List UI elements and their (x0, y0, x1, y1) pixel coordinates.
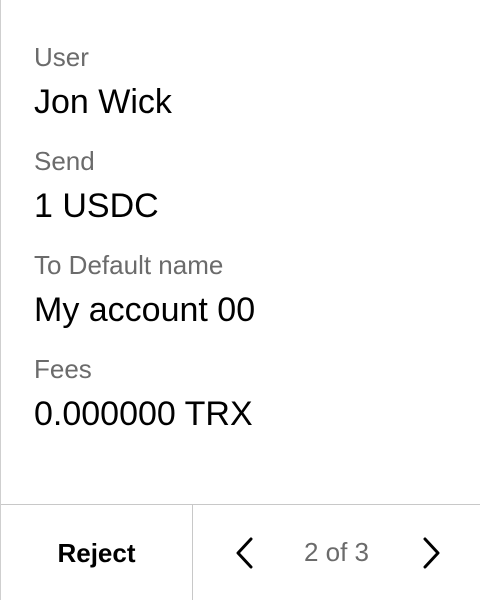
action-footer: Reject 2 of 3 (1, 504, 480, 600)
field-fees: Fees 0.000000 TRX (34, 352, 460, 456)
field-value-recipient: My account 00 (34, 291, 256, 329)
transaction-review-screen: User Jon Wick Send 1 USDC To Default nam… (0, 0, 480, 600)
field-label-user: User (34, 42, 89, 72)
field-send: Send 1 USDC (34, 144, 460, 248)
chevron-right-icon (423, 537, 440, 569)
field-value-fees: 0.000000 TRX (34, 395, 253, 433)
field-label-fees: Fees (34, 354, 92, 384)
field-label-send: Send (34, 146, 95, 176)
transaction-fields: User Jon Wick Send 1 USDC To Default nam… (34, 40, 460, 456)
field-user: User Jon Wick (34, 40, 460, 144)
field-value-send: 1 USDC (34, 187, 159, 225)
field-label-recipient: To Default name (34, 250, 224, 280)
page-navigator: 2 of 3 (193, 505, 480, 600)
field-value-user: Jon Wick (34, 83, 172, 121)
field-recipient: To Default name My account 00 (34, 248, 460, 352)
reject-button[interactable]: Reject (1, 505, 193, 600)
next-page-button[interactable] (413, 535, 449, 571)
